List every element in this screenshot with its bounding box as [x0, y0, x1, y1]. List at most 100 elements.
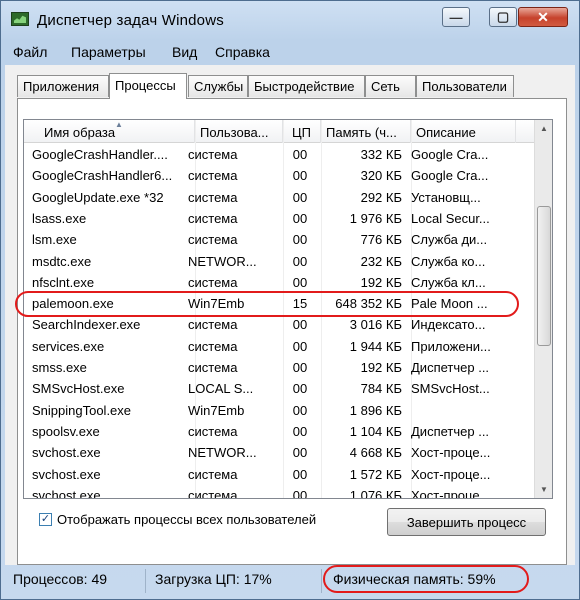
process-description: Служба ди...: [411, 232, 488, 248]
tab-processes[interactable]: Процессы: [109, 73, 187, 99]
tab-applications[interactable]: Приложения: [17, 75, 109, 97]
process-memory: 320 КБ: [360, 168, 402, 184]
process-description: Google Cra...: [411, 168, 489, 184]
table-row[interactable]: SMSvcHost.exe LOCAL S... 00 784 КБ SMSvcHost…: [24, 378, 534, 399]
menu-file[interactable]: Файл: [13, 44, 47, 60]
process-cpu: 00: [292, 487, 308, 499]
column-header-row: ▲ Имя образа Пользова... ЦП Память (ч...…: [24, 120, 534, 143]
scrollbar-thumb[interactable]: [537, 206, 551, 346]
process-memory: 1 976 КБ: [349, 210, 402, 226]
process-user: система: [188, 423, 238, 439]
vertical-scrollbar[interactable]: ▲ ▼: [534, 120, 552, 498]
tab-network[interactable]: Сеть: [365, 75, 416, 97]
tab-users[interactable]: Пользователи: [416, 75, 514, 97]
process-memory: 1 104 КБ: [349, 423, 402, 439]
status-process-count: Процессов: 49: [13, 571, 108, 587]
process-memory: 232 КБ: [360, 253, 402, 269]
task-manager-window: Диспетчер задач Windows — ▢ ✕ Файл Парам…: [0, 0, 580, 600]
close-button[interactable]: ✕: [518, 7, 568, 27]
sort-ascending-icon: ▲: [115, 120, 123, 129]
process-cpu: 00: [292, 381, 308, 397]
show-all-users-checkbox[interactable]: ✓: [39, 512, 52, 526]
process-list[interactable]: ▲ Имя образа Пользова... ЦП Память (ч...…: [23, 119, 553, 499]
process-name: GoogleCrashHandler....: [32, 147, 168, 162]
process-cpu: 00: [292, 466, 308, 482]
process-name: lsass.exe: [32, 210, 87, 226]
table-row[interactable]: GoogleUpdate.exe *32 система 00 292 КБ Устан…: [24, 187, 534, 208]
process-name: svchost.exe: [32, 466, 101, 482]
process-cpu: 15: [292, 296, 308, 312]
process-name: GoogleCrashHandler6...: [32, 168, 173, 184]
process-cpu: 00: [292, 253, 308, 269]
process-description: Служба ко...: [411, 253, 486, 269]
process-memory: 3 016 КБ: [349, 317, 402, 333]
table-row[interactable]: svchost.exe NETWOR... 00 4 668 КБ Хост-проце…: [24, 442, 534, 463]
table-row[interactable]: svchost.exe система 00 1 572 КБ Хост-проце..…: [24, 464, 534, 485]
process-description: Диспетчер ...: [411, 423, 490, 439]
process-name: msdtc.exe: [32, 253, 92, 269]
process-name: spoolsv.exe: [32, 423, 100, 439]
process-name: SearchIndexer.exe: [32, 317, 141, 333]
column-image-name[interactable]: ▲ Имя образа: [39, 120, 195, 143]
status-physical-memory: Физическая память: 59%: [333, 571, 496, 587]
table-row[interactable]: palemoon.exe Win7Emb 15 648 352 КБ Pale Moon…: [24, 293, 534, 314]
process-description: Хост-проце...: [411, 445, 491, 461]
menu-help[interactable]: Справка: [215, 44, 270, 60]
process-name: svchost.exe: [32, 445, 101, 461]
process-cpu: 00: [292, 317, 308, 333]
scroll-down-arrow-icon[interactable]: ▼: [536, 481, 552, 498]
end-process-button[interactable]: Завершить процесс: [387, 508, 546, 536]
column-user[interactable]: Пользова...: [195, 120, 283, 143]
tab-services[interactable]: Службы: [188, 75, 248, 97]
table-row[interactable]: lsass.exe система 00 1 976 КБ Local Secur...: [24, 208, 534, 229]
table-row[interactable]: lsm.exe система 00 776 КБ Служба ди...: [24, 229, 534, 250]
process-memory: 1 572 КБ: [349, 466, 402, 482]
process-memory: 292 КБ: [360, 189, 402, 205]
process-cpu: 00: [292, 423, 308, 439]
process-description: Google Cra...: [411, 147, 489, 162]
table-row[interactable]: services.exe система 00 1 944 КБ Приложени..…: [24, 336, 534, 357]
status-bar: Процессов: 49 Загрузка ЦП: 17% Физическа…: [1, 565, 579, 599]
menu-view[interactable]: Вид: [172, 44, 197, 60]
process-description: Pale Moon ...: [411, 296, 488, 312]
title-bar[interactable]: Диспетчер задач Windows — ▢ ✕: [1, 1, 579, 37]
window-title: Диспетчер задач Windows: [37, 12, 224, 29]
menu-options[interactable]: Параметры: [71, 44, 146, 60]
process-memory: 332 КБ: [360, 147, 402, 162]
process-memory: 648 352 КБ: [335, 296, 402, 312]
process-name: smss.exe: [32, 360, 87, 375]
process-name: SnippingTool.exe: [32, 402, 132, 418]
process-user: система: [188, 274, 238, 290]
menu-bar: Файл Параметры Вид Справка: [5, 39, 575, 63]
process-name: lsm.exe: [32, 232, 77, 248]
table-row[interactable]: GoogleCrashHandler.... система 00 332 КБ Goo…: [24, 144, 534, 165]
table-row[interactable]: svchost.exe система 00 1 076 КБ Хост-проце..…: [24, 485, 534, 499]
process-description: Приложени...: [411, 338, 491, 354]
process-memory: 192 КБ: [360, 274, 402, 290]
tab-performance[interactable]: Быстродействие: [248, 75, 365, 97]
minimize-button[interactable]: —: [442, 7, 470, 27]
scroll-up-arrow-icon[interactable]: ▲: [536, 120, 552, 137]
process-name: palemoon.exe: [32, 296, 114, 312]
process-user: Win7Emb: [188, 296, 245, 312]
column-cpu[interactable]: ЦП: [283, 120, 321, 143]
process-memory: 192 КБ: [360, 360, 402, 375]
table-row[interactable]: spoolsv.exe система 00 1 104 КБ Диспетчер ..…: [24, 421, 534, 442]
maximize-button[interactable]: ▢: [489, 7, 517, 27]
table-row[interactable]: SearchIndexer.exe система 00 3 016 КБ Индекс…: [24, 314, 534, 335]
process-name: svchost.exe: [32, 487, 101, 499]
process-cpu: 00: [292, 338, 308, 354]
process-memory: 1 944 КБ: [349, 338, 402, 354]
table-row[interactable]: SnippingTool.exe Win7Emb 00 1 896 КБ: [24, 400, 534, 421]
process-user: система: [188, 466, 238, 482]
show-all-users-option[interactable]: ✓ Отображать процессы всех пользователей: [39, 509, 316, 529]
table-row[interactable]: smss.exe система 00 192 КБ Диспетчер ...: [24, 357, 534, 378]
table-row[interactable]: nfsclnt.exe система 00 192 КБ Служба кл...: [24, 272, 534, 293]
column-memory[interactable]: Память (ч...: [321, 120, 411, 143]
table-row[interactable]: GoogleCrashHandler6... система 00 320 КБ Goo…: [24, 165, 534, 186]
table-row[interactable]: msdtc.exe NETWOR... 00 232 КБ Служба ко...: [24, 251, 534, 272]
process-cpu: 00: [292, 360, 308, 375]
process-cpu: 00: [292, 232, 308, 248]
column-description[interactable]: Описание: [411, 120, 516, 143]
process-user: система: [188, 317, 238, 333]
